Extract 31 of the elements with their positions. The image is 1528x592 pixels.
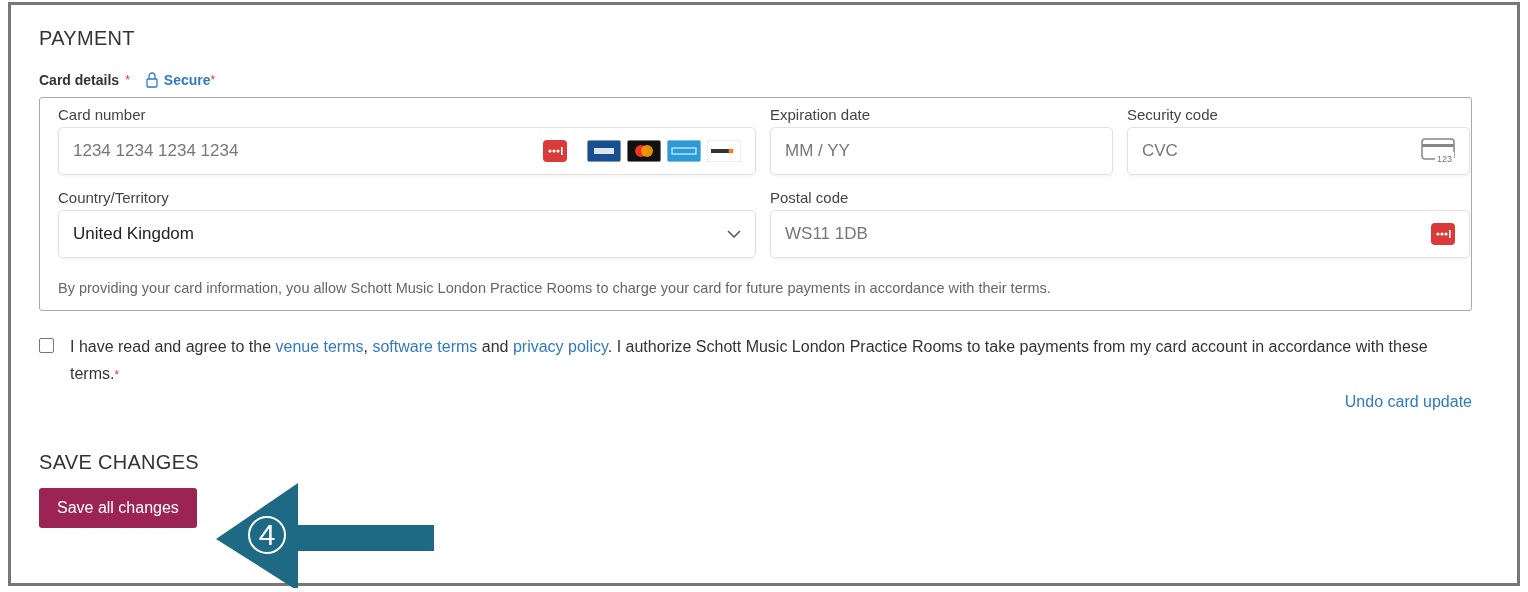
autofill-icon	[1431, 223, 1455, 245]
field-label: Postal code	[770, 189, 849, 206]
consent-text: I have read and agree to the venue terms, software terms and privacy policy. I authorize Schott Music London Practice Rooms to take payments from my card account in accordance with these terms.*	[70, 337, 1429, 384]
lock-icon	[145, 72, 158, 88]
field-label: Country/Territory	[58, 189, 169, 206]
field-label: Card number	[58, 106, 146, 123]
secure-label: Secure	[163, 72, 211, 88]
input-field[interactable]: CVC 123	[1127, 127, 1470, 175]
save-button[interactable]: Save all changes	[39, 488, 197, 528]
undo-card-update-link[interactable]: Undo card update	[1344, 393, 1472, 411]
input-field[interactable]: 1234 1234 1234 1234	[58, 127, 756, 175]
terms-link[interactable]: venue terms	[275, 338, 364, 355]
field-label: Card details	[39, 72, 120, 88]
terms-link[interactable]: software terms	[372, 338, 478, 355]
required-mark: *	[125, 73, 130, 87]
country-select[interactable]: United Kingdom	[58, 210, 756, 258]
step-number: 4	[248, 516, 286, 554]
chevron-down-icon	[727, 230, 741, 238]
section-title: SAVE CHANGES	[39, 451, 200, 474]
input-field[interactable]: MM / YY	[770, 127, 1113, 175]
arrow-icon	[216, 483, 436, 588]
mastercard-icon	[627, 140, 661, 162]
card-notice: By providing your card information, you allow Schott Music London Practice Rooms to charge your card for future payments in accordance with their terms.	[58, 280, 1052, 296]
terms-link[interactable]: privacy policy	[512, 338, 608, 355]
input-field[interactable]: WS11 1DB	[770, 210, 1470, 258]
field-label: Security code	[1127, 106, 1218, 123]
field-label: Expiration date	[770, 106, 871, 123]
required-mark: *	[210, 73, 216, 87]
section-title: PAYMENT	[39, 27, 136, 50]
consent-checkbox[interactable]	[39, 338, 54, 353]
autofill-icon	[543, 140, 567, 162]
